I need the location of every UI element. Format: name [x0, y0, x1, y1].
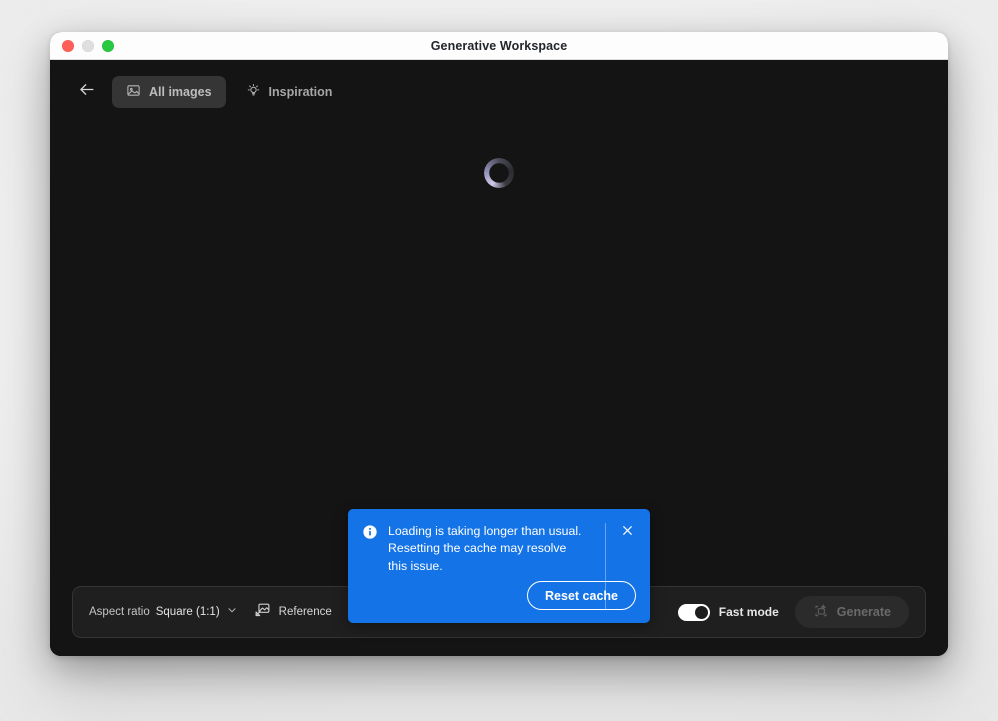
top-toolbar: All images: [50, 60, 948, 124]
app-window: Generative Workspace: [50, 32, 948, 656]
aspect-ratio-value: Square (1:1): [156, 606, 220, 618]
image-canvas: Aspect ratio Square (1:1): [50, 124, 948, 656]
toast-close-button[interactable]: [618, 524, 636, 542]
generate-sparkle-icon: [813, 603, 829, 622]
zoom-window-button[interactable]: [102, 40, 114, 52]
toast-actions: Reset cache: [527, 581, 636, 610]
reference-label: Reference: [279, 606, 332, 618]
aspect-ratio-control[interactable]: Aspect ratio Square (1:1): [89, 603, 238, 621]
toggle-knob: [695, 606, 708, 619]
image-icon: [126, 83, 141, 101]
reference-image-icon: [254, 601, 271, 623]
tab-all-images[interactable]: All images: [112, 76, 226, 108]
arrow-left-icon: [77, 80, 96, 104]
info-icon: [362, 524, 378, 610]
reference-button[interactable]: Reference: [254, 601, 332, 623]
loading-spinner: [484, 158, 514, 188]
lightbulb-icon: [246, 83, 261, 101]
close-icon: [621, 524, 634, 542]
aspect-ratio-label: Aspect ratio: [89, 606, 150, 618]
toast-message: Loading is taking longer than usual. Res…: [388, 523, 588, 576]
chevron-down-icon: [226, 603, 238, 621]
fast-mode-toggle[interactable]: Fast mode: [678, 604, 779, 621]
composer-right-controls: Fast mode Generate: [678, 596, 909, 628]
loading-area: [50, 158, 948, 188]
tab-all-images-label: All images: [149, 85, 212, 99]
close-window-button[interactable]: [62, 40, 74, 52]
minimize-window-button[interactable]: [82, 40, 94, 52]
tab-inspiration-label: Inspiration: [269, 85, 333, 99]
generate-label: Generate: [837, 605, 891, 619]
reset-cache-button[interactable]: Reset cache: [527, 581, 636, 610]
app-content: All images: [50, 60, 948, 656]
window-titlebar: Generative Workspace: [50, 32, 948, 60]
loading-toast: Loading is taking longer than usual. Res…: [348, 509, 650, 623]
window-title: Generative Workspace: [50, 39, 948, 53]
back-button[interactable]: [72, 78, 100, 106]
view-tabs: All images: [112, 76, 346, 108]
tab-inspiration[interactable]: Inspiration: [232, 76, 347, 108]
fast-mode-switch[interactable]: [678, 604, 710, 621]
generate-button[interactable]: Generate: [795, 596, 909, 628]
fast-mode-label: Fast mode: [719, 605, 779, 619]
traffic-lights: [62, 40, 114, 52]
